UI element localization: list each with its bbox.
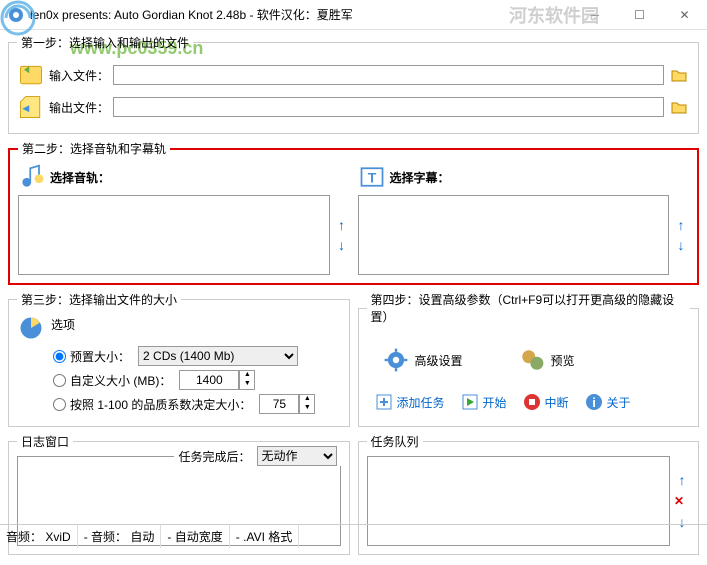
svg-text:T: T <box>367 169 376 185</box>
subtitle-down-button[interactable]: ↓ <box>673 237 689 253</box>
stop-icon <box>523 393 541 411</box>
audio-down-button[interactable]: ↓ <box>334 237 350 253</box>
preset-size-radio[interactable] <box>53 350 66 363</box>
add-task-button[interactable]: 添加任务 <box>375 393 445 411</box>
queue-up-button[interactable]: ↑ <box>674 472 690 488</box>
output-file-icon <box>17 93 45 121</box>
window-controls: ─ ☐ ✕ <box>572 0 707 29</box>
quality-radio[interactable] <box>53 398 66 411</box>
output-file-field[interactable] <box>113 97 664 117</box>
advanced-label: 高级设置 <box>415 352 463 369</box>
quality-field[interactable] <box>259 394 299 414</box>
queue-legend: 任务队列 <box>367 433 423 450</box>
preview-label: 预览 <box>551 352 575 369</box>
start-button[interactable]: 开始 <box>461 393 507 411</box>
minimize-button[interactable]: ─ <box>572 0 617 30</box>
custom-size-radio[interactable] <box>53 374 66 387</box>
browse-input-button[interactable] <box>668 65 690 85</box>
subtitle-icon: T <box>358 163 386 191</box>
quality-spinner[interactable]: ▲▼ <box>299 394 315 414</box>
input-file-field[interactable] <box>113 65 664 85</box>
input-file-icon <box>17 61 45 89</box>
custom-size-spinner[interactable]: ▲▼ <box>239 370 255 390</box>
status-video: 音频： XviD <box>0 525 78 548</box>
queue-remove-button[interactable]: ✕ <box>674 494 690 508</box>
audio-track-label: 选择音轨： <box>50 169 110 186</box>
step2-fieldset: 第二步：选择音轨和字幕轨 选择音轨： ↑ ↓ T 选择字幕： <box>8 140 699 285</box>
titlebar: len0x presents: Auto Gordian Knot 2.48b … <box>0 0 707 30</box>
about-button[interactable]: i 关于 <box>585 393 631 411</box>
preset-size-select[interactable]: 2 CDs (1400 Mb) <box>138 346 298 366</box>
log-legend: 日志窗口 <box>17 433 73 450</box>
statusbar: 音频： XviD - 音频： 自动 - 自动宽度 - .AVI 格式 <box>0 524 707 548</box>
browse-output-button[interactable] <box>668 97 690 117</box>
close-button[interactable]: ✕ <box>662 0 707 30</box>
step1-fieldset: 第一步：选择输入和输出的文件 输入文件： 输出文件： <box>8 34 699 134</box>
window-title: len0x presents: Auto Gordian Knot 2.48b … <box>30 6 572 23</box>
preview-button[interactable]: 预览 <box>519 347 575 373</box>
preset-size-label: 预置大小： <box>70 348 130 365</box>
add-icon <box>375 393 393 411</box>
play-icon <box>461 393 479 411</box>
app-icon <box>8 7 24 23</box>
pie-chart-icon <box>17 314 45 342</box>
subtitle-track-list[interactable] <box>358 195 670 275</box>
stop-button[interactable]: 中断 <box>523 393 569 411</box>
step3-legend: 第三步：选择输出文件的大小 <box>17 291 181 308</box>
status-format: - .AVI 格式 <box>230 525 299 548</box>
subtitle-track-label: 选择字幕： <box>390 169 450 186</box>
gear-icon <box>383 347 409 373</box>
step1-legend: 第一步：选择输入和输出的文件 <box>17 34 193 51</box>
status-audio: - 音频： 自动 <box>78 525 162 548</box>
advanced-settings-button[interactable]: 高级设置 <box>383 347 463 373</box>
quality-label: 按照 1-100 的品质系数决定大小： <box>70 396 251 413</box>
audio-icon <box>18 163 46 191</box>
step4-legend: 第四步：设置高级参数（Ctrl+F9可以打开更高级的隐藏设置） <box>367 291 691 325</box>
audio-up-button[interactable]: ↑ <box>334 217 350 233</box>
output-label: 输出文件： <box>49 99 109 116</box>
after-complete-label: 任务完成后： <box>178 448 250 465</box>
step2-legend: 第二步：选择音轨和字幕轨 <box>18 140 170 157</box>
audio-track-list[interactable] <box>18 195 330 275</box>
step4-fieldset: 第四步：设置高级参数（Ctrl+F9可以打开更高级的隐藏设置） 高级设置 预览 … <box>358 291 700 427</box>
input-label: 输入文件： <box>49 67 109 84</box>
step3-fieldset: 第三步：选择输出文件的大小 选项 预置大小： 2 CDs (1400 Mb) 自… <box>8 291 350 427</box>
after-complete-select[interactable]: 无动作 <box>257 446 337 466</box>
custom-size-field[interactable] <box>179 370 239 390</box>
custom-size-label: 自定义大小 (MB)： <box>70 372 171 389</box>
status-width: - 自动宽度 <box>161 525 229 548</box>
svg-text:i: i <box>592 395 596 410</box>
subtitle-up-button[interactable]: ↑ <box>673 217 689 233</box>
film-icon <box>519 347 545 373</box>
options-label: 选项 <box>51 316 75 333</box>
info-icon: i <box>585 393 603 411</box>
maximize-button[interactable]: ☐ <box>617 0 662 30</box>
